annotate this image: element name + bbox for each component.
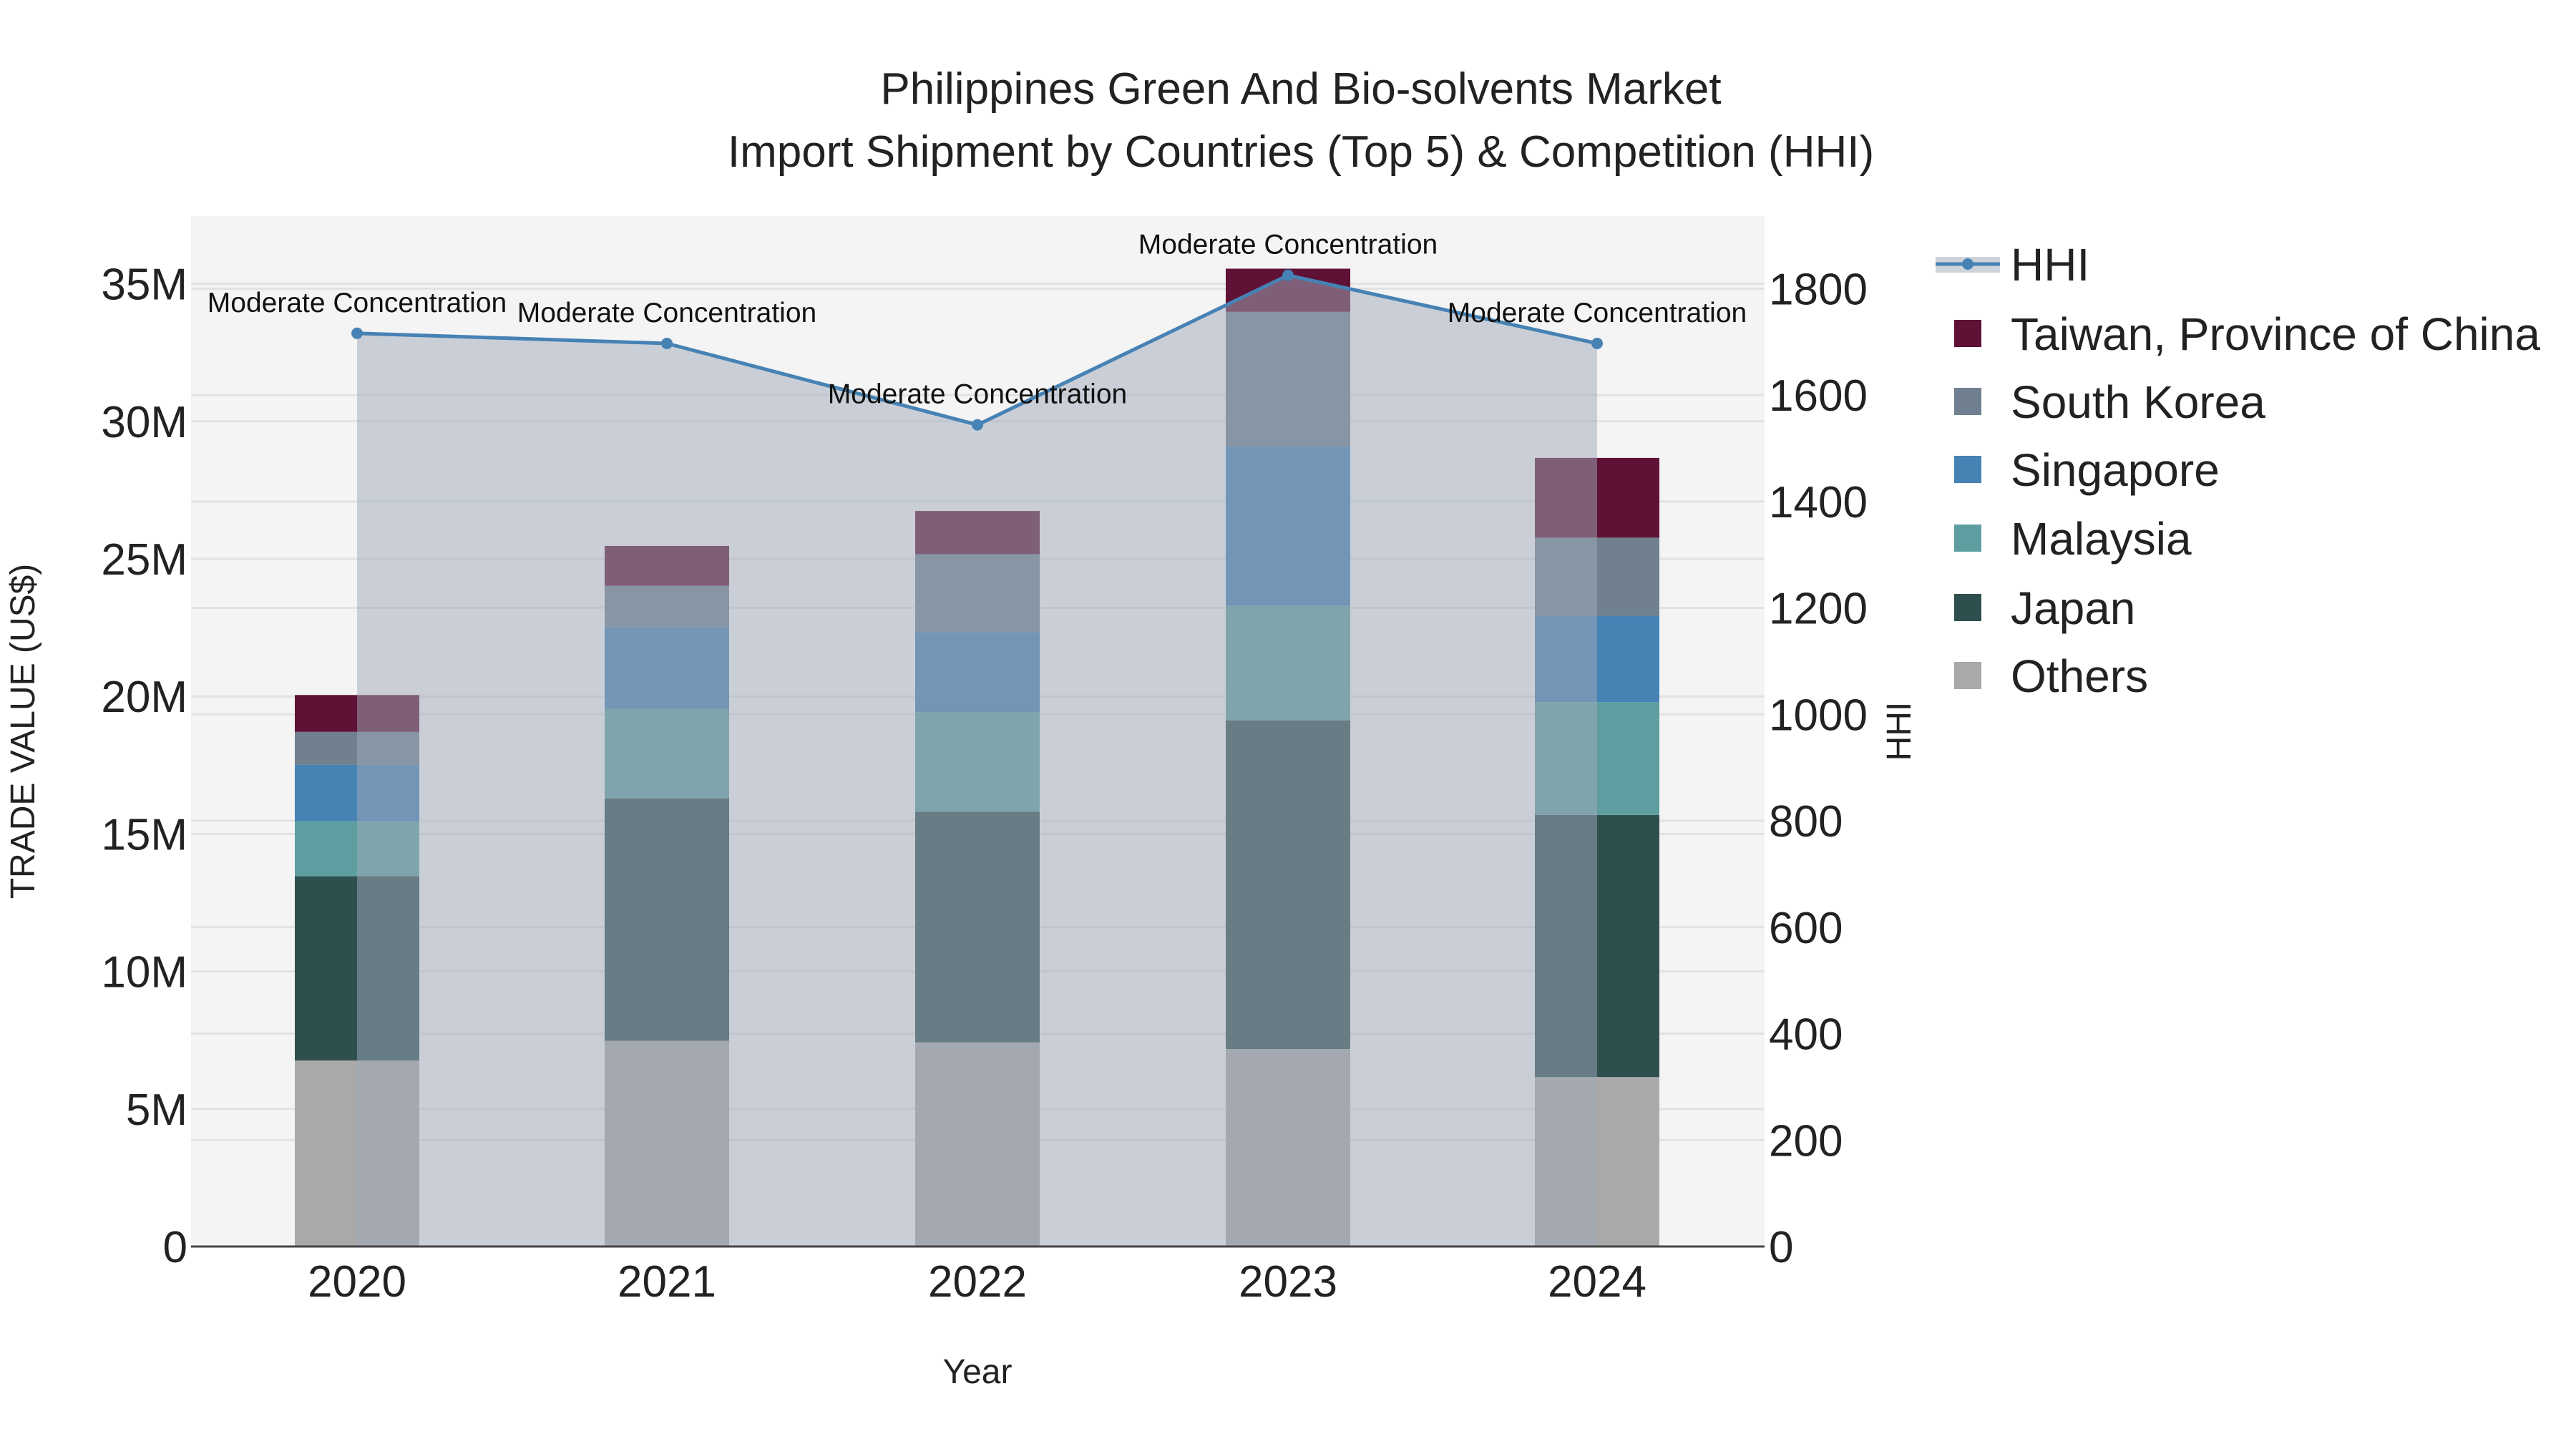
y2-tick-label: 0 <box>1769 1223 1793 1272</box>
y-axis-title: TRADE VALUE (US$) <box>4 564 42 899</box>
y2-tick-label: 400 <box>1769 1010 1843 1060</box>
legend: HHI Taiwan, Province of China South Korea S… <box>1936 239 2540 702</box>
hhi-point <box>1282 269 1294 281</box>
hhi-series: Moderate Concentration Moderate Concentra… <box>208 230 1747 1246</box>
chart-subtitle: Import Shipment by Countries (Top 5) & C… <box>728 127 1874 177</box>
y2-tick-label: 1800 <box>1769 265 1868 314</box>
y-tick-label: 0 <box>163 1223 187 1272</box>
legend-label: Others <box>2011 650 2148 702</box>
hhi-point <box>351 327 363 339</box>
y-tick-label: 10M <box>101 948 187 997</box>
hhi-annotation: Moderate Concentration <box>208 288 507 318</box>
legend-label: Singapore <box>2011 444 2220 496</box>
legend-label: HHI <box>2011 239 2089 291</box>
y2-tick-label: 1000 <box>1769 691 1868 740</box>
x-tick-label: 2021 <box>618 1257 716 1307</box>
legend-swatch <box>1954 525 1981 552</box>
x-axis-title: Year <box>943 1353 1013 1391</box>
hhi-point <box>972 419 983 431</box>
chart-title: Philippines Green And Bio-solvents Marke… <box>880 64 1721 114</box>
x-tick-label: 2020 <box>308 1257 406 1307</box>
legend-swatch <box>1954 662 1981 689</box>
legend-label: South Korea <box>2011 376 2265 428</box>
x-tick-label: 2023 <box>1239 1257 1337 1307</box>
legend-label: Japan <box>2011 582 2135 634</box>
hhi-annotation: Moderate Concentration <box>1448 298 1747 328</box>
legend-swatch <box>1954 456 1981 483</box>
y2-tick-label: 200 <box>1769 1116 1843 1166</box>
y2-tick-label: 1400 <box>1769 478 1868 527</box>
legend-swatch <box>1954 320 1981 347</box>
chart: Philippines Green And Bio-solvents Marke… <box>4 64 2540 1391</box>
legend-swatch <box>1954 388 1981 415</box>
y-tick-label: 15M <box>101 810 187 859</box>
y2-tick-label: 800 <box>1769 797 1843 847</box>
y2-axis-title: HHI <box>1880 702 1918 761</box>
legend-hhi-marker <box>1962 258 1974 270</box>
hhi-annotation: Moderate Concentration <box>828 379 1127 410</box>
y-tick-label: 30M <box>101 398 187 447</box>
x-tick-label: 2022 <box>928 1257 1027 1307</box>
x-tick-label: 2024 <box>1548 1257 1646 1307</box>
hhi-annotation: Moderate Concentration <box>1138 230 1438 260</box>
y2-tick-label: 600 <box>1769 904 1843 953</box>
legend-swatch <box>1954 594 1981 621</box>
y2-tick-label: 1600 <box>1769 371 1868 421</box>
y-tick-label: 35M <box>101 260 187 310</box>
hhi-point <box>1591 337 1603 349</box>
y-tick-label: 5M <box>126 1085 187 1135</box>
legend-label: Taiwan, Province of China <box>2011 308 2540 360</box>
legend-label: Malaysia <box>2011 513 2192 565</box>
y-tick-label: 25M <box>101 535 187 585</box>
y-tick-label: 20M <box>101 673 187 722</box>
y2-tick-label: 1200 <box>1769 585 1868 634</box>
hhi-point <box>661 337 673 349</box>
hhi-annotation: Moderate Concentration <box>517 298 816 328</box>
